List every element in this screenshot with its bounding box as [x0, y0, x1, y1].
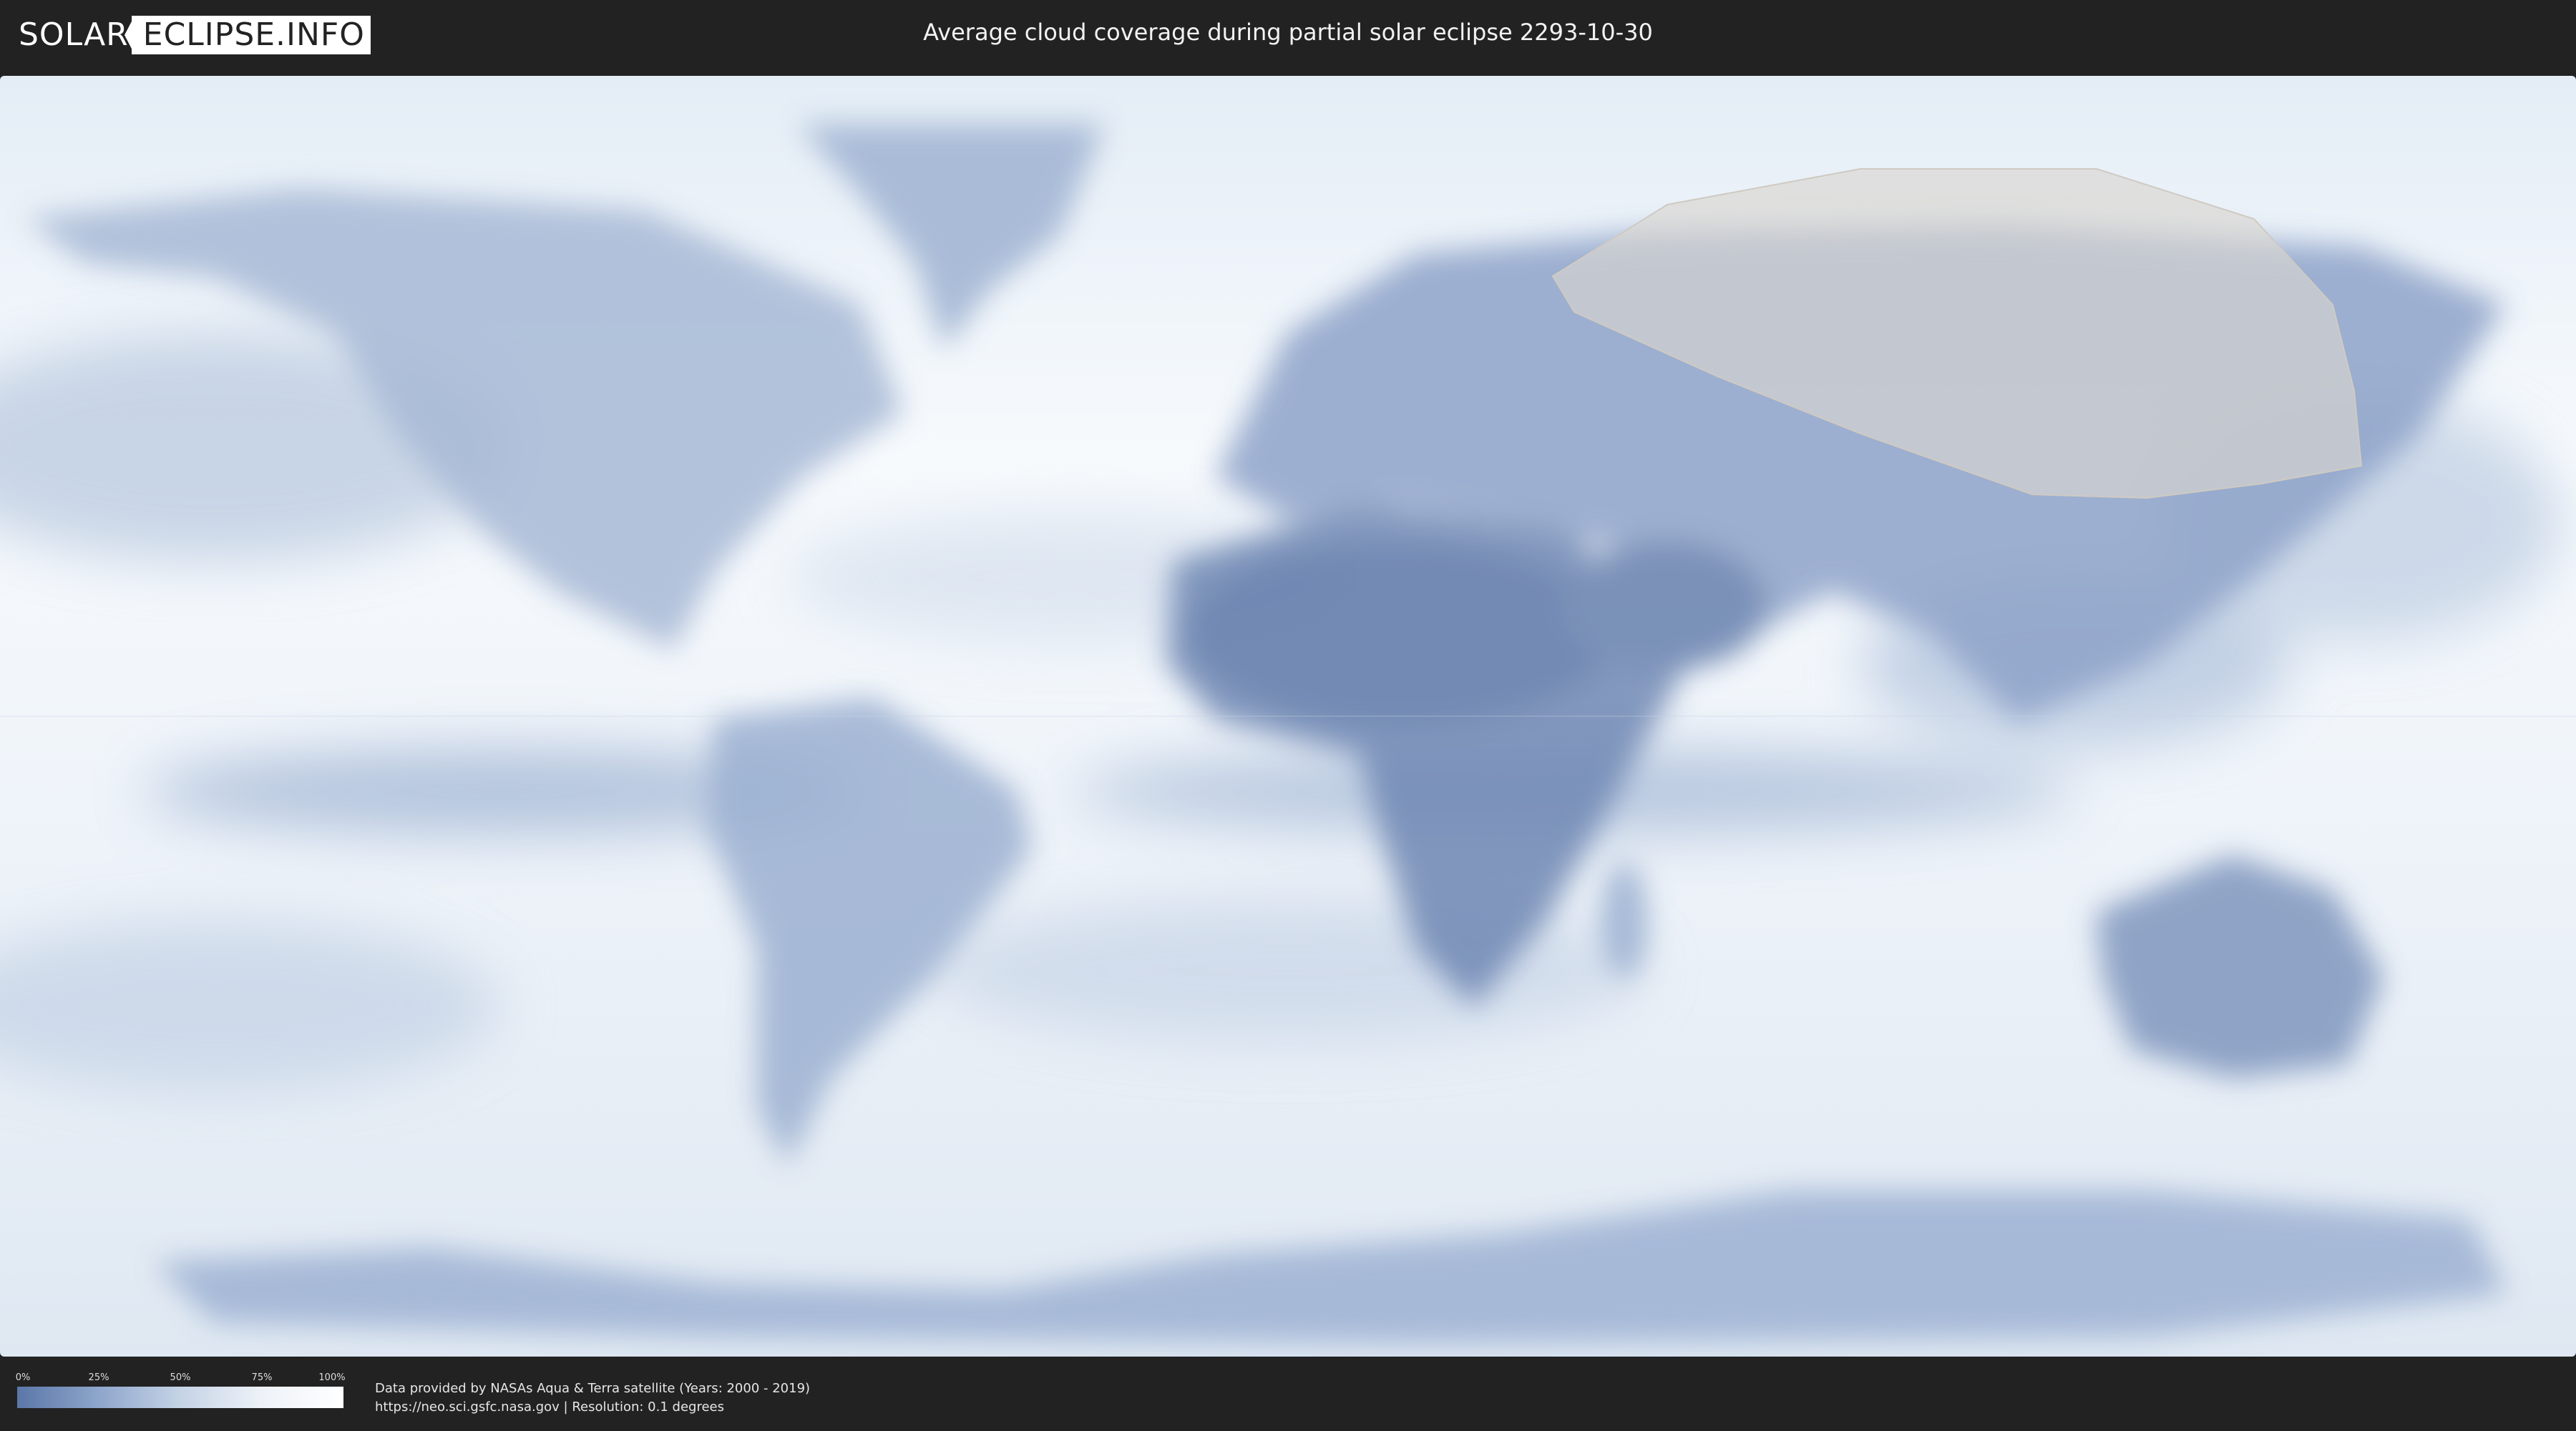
world-map-svg: [0, 125, 2576, 1344]
cloud-coverage-legend: 0% 25% 50% 75% 100%: [15, 1372, 346, 1408]
data-credits: Data provided by NASAs Aqua & Terra sate…: [375, 1379, 810, 1417]
legend-tick-100: 100%: [318, 1372, 346, 1383]
australia: [2095, 854, 2384, 1079]
legend-tick-25: 25%: [88, 1372, 109, 1383]
page-title: Average cloud coverage during partial so…: [923, 19, 1653, 46]
antarctica: [155, 1191, 2506, 1344]
cloud-coverage-map[interactable]: [0, 76, 2576, 1357]
south-america: [707, 697, 1032, 1166]
footer-bar: 0% 25% 50% 75% 100% Data provided by NAS…: [0, 1357, 2576, 1431]
legend-tick-50: 50%: [170, 1372, 191, 1383]
legend-color-bar: [17, 1387, 343, 1408]
arabia-clear-sky: [1566, 540, 1768, 670]
credits-line-url[interactable]: https://neo.sci.gsfc.nasa.gov | Resoluti…: [375, 1398, 810, 1417]
legend-ticks: 0% 25% 50% 75% 100%: [15, 1372, 346, 1387]
credits-line-source: Data provided by NASAs Aqua & Terra sate…: [375, 1381, 811, 1396]
legend-tick-75: 75%: [251, 1372, 273, 1383]
header-bar: SOLAR ECLIPSE.INFO Average cloud coverag…: [0, 0, 2576, 72]
legend-tick-0: 0%: [15, 1372, 31, 1383]
madagascar: [1602, 862, 1646, 978]
sahara-clear-sky: [1187, 540, 1618, 728]
